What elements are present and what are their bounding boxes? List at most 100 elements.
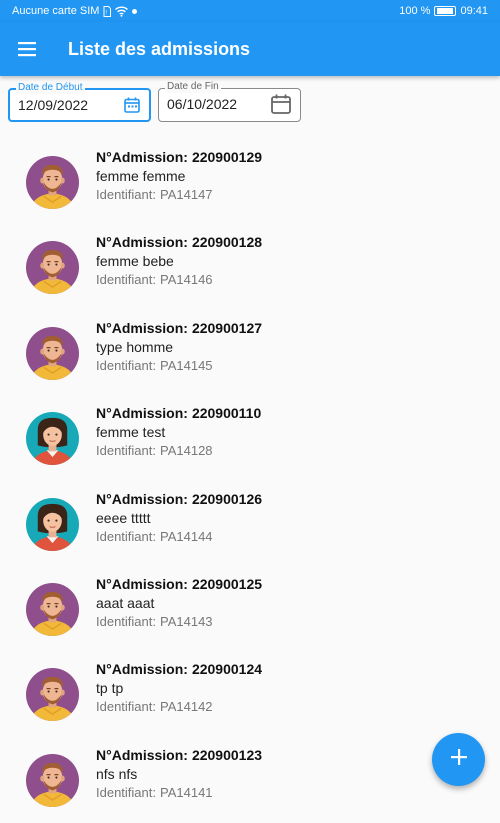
admission-number: 220900123 xyxy=(191,746,263,763)
status-bar: Aucune carte SIM ! 100 % 09:41 xyxy=(0,0,500,22)
admission-text: N°Admission: 220900123 nfs nfs Identifiant:… xyxy=(96,746,262,802)
admission-number-line: N°Admission: 220900128 xyxy=(96,233,262,251)
female-avatar-icon xyxy=(26,497,79,551)
patient-name: eeee ttttt xyxy=(96,509,151,526)
admission-label: N°Admission: xyxy=(96,149,188,165)
calendar-icon[interactable] xyxy=(270,93,292,120)
status-time: 09:41 xyxy=(460,5,488,17)
patient-identifier: PA14142 xyxy=(160,699,213,715)
female-avatar-icon xyxy=(26,412,79,466)
hamburger-menu-icon[interactable] xyxy=(2,22,52,76)
admission-label: N°Admission: xyxy=(96,746,188,763)
svg-text:!: ! xyxy=(106,10,108,16)
app-bar: Liste des admissions xyxy=(0,22,500,76)
admission-text: N°Admission: 220900126 eeee ttttt Identifia… xyxy=(96,490,262,546)
patient-name: femme test xyxy=(96,424,166,441)
admission-text: N°Admission: 220900125 aaat aaat Identifian… xyxy=(96,575,262,631)
admission-number: 220900127 xyxy=(191,319,263,336)
plus-icon xyxy=(450,748,468,771)
admission-number-line: N°Admission: 220900129 xyxy=(96,148,262,166)
patient-identifier: PA14144 xyxy=(160,528,213,544)
carrier-text: Aucune carte SIM xyxy=(12,5,100,17)
notification-dot-icon xyxy=(132,8,138,14)
patient-identifier: PA14141 xyxy=(160,784,213,800)
admission-text: N°Admission: 220900127 type homme Identifia… xyxy=(96,319,262,375)
start-date-label: Date de Début xyxy=(16,82,85,94)
identifier-line: Identifiant: PA14141 xyxy=(96,784,262,802)
battery-icon xyxy=(434,6,457,16)
identifier-label: Identifiant: xyxy=(96,613,156,629)
admission-number-line: N°Admission: 220900127 xyxy=(96,319,262,337)
admission-label: N°Admission: xyxy=(96,661,188,678)
page-title: Liste des admissions xyxy=(68,38,251,59)
admission-label: N°Admission: xyxy=(96,575,188,592)
admissions-list: N°Admission: 220900129 femme femme Identifi… xyxy=(0,140,500,823)
male-avatar-icon xyxy=(26,241,79,295)
identifier-label: Identifiant: xyxy=(96,187,156,202)
admission-list-item[interactable]: N°Admission: 220900126 eeee ttttt Identifia… xyxy=(0,482,500,567)
patient-name: type homme xyxy=(96,338,174,355)
identifier-line: Identifiant: PA14147 xyxy=(96,186,262,204)
patient-name: aaat aaat xyxy=(96,594,155,611)
admission-number: 220900125 xyxy=(191,575,263,592)
start-date-field[interactable]: Date de Début 12/09/2022 xyxy=(8,82,151,122)
admission-list-item[interactable]: N°Admission: 220900123 nfs nfs Identifiant:… xyxy=(0,738,500,823)
identifier-label: Identifiant: xyxy=(96,784,156,800)
calendar-icon[interactable] xyxy=(123,96,141,119)
add-admission-button[interactable] xyxy=(432,733,485,786)
patient-name: nfs nfs xyxy=(96,765,138,782)
patient-identifier: PA14146 xyxy=(160,272,213,288)
identifier-label: Identifiant: xyxy=(96,357,156,373)
identifier-label: Identifiant: xyxy=(96,699,156,715)
admission-list-item[interactable]: N°Admission: 220900127 type homme Identifia… xyxy=(0,311,500,396)
male-avatar-icon xyxy=(26,668,79,722)
patient-name: femme bebe xyxy=(96,253,174,270)
admission-list-item[interactable]: N°Admission: 220900110 femme test Identifia… xyxy=(0,396,500,481)
admission-label: N°Admission: xyxy=(96,405,188,422)
admission-number-line: N°Admission: 220900110 xyxy=(96,404,261,422)
identifier-label: Identifiant: xyxy=(96,272,156,288)
male-avatar-icon xyxy=(26,582,79,636)
identifier-line: Identifiant: PA14142 xyxy=(96,698,262,716)
end-date-field[interactable]: Date de Fin 06/10/2022 xyxy=(158,81,301,122)
identifier-line: Identifiant: PA14143 xyxy=(96,613,262,631)
admission-label: N°Admission: xyxy=(96,234,188,251)
admission-number: 220900124 xyxy=(191,661,263,678)
sim-card-icon: ! xyxy=(103,5,112,17)
admission-text: N°Admission: 220900128 femme bebe Identifia… xyxy=(96,233,262,289)
identifier-line: Identifiant: PA14146 xyxy=(96,271,262,289)
admission-number-line: N°Admission: 220900126 xyxy=(96,490,262,508)
patient-identifier: PA14143 xyxy=(160,613,213,629)
identifier-line: Identifiant: PA14128 xyxy=(96,442,261,460)
male-avatar-icon xyxy=(26,753,79,807)
battery-level: 100 % xyxy=(399,5,431,17)
admission-number-line: N°Admission: 220900123 xyxy=(96,746,262,764)
admission-text: N°Admission: 220900129 femme femme Identifi… xyxy=(96,148,262,204)
male-avatar-icon xyxy=(26,326,79,380)
admission-label: N°Admission: xyxy=(96,490,188,507)
identifier-line: Identifiant: PA14145 xyxy=(96,357,262,375)
end-date-value[interactable]: 06/10/2022 xyxy=(167,96,237,112)
admission-number: 220900128 xyxy=(191,234,263,251)
end-date-label: Date de Fin xyxy=(165,81,221,93)
admission-text: N°Admission: 220900110 femme test Identifia… xyxy=(96,404,261,460)
patient-name: femme femme xyxy=(96,168,186,184)
admission-list-item[interactable]: N°Admission: 220900125 aaat aaat Identifian… xyxy=(0,567,500,652)
patient-name: tp tp xyxy=(96,680,124,697)
status-left: Aucune carte SIM ! xyxy=(12,5,138,17)
wifi-icon xyxy=(115,6,129,17)
admission-number: 220900129 xyxy=(191,149,263,165)
admission-text: N°Admission: 220900124 tp tp Identifiant: PA… xyxy=(96,660,262,716)
identifier-label: Identifiant: xyxy=(96,528,156,544)
admission-label: N°Admission: xyxy=(96,319,188,336)
male-avatar-icon xyxy=(26,156,79,209)
admission-list-item[interactable]: N°Admission: 220900128 femme bebe Identifia… xyxy=(0,225,500,310)
start-date-value[interactable]: 12/09/2022 xyxy=(18,97,88,113)
admission-number-line: N°Admission: 220900124 xyxy=(96,660,262,678)
identifier-line: Identifiant: PA14144 xyxy=(96,528,262,546)
admission-list-item[interactable]: N°Admission: 220900129 femme femme Identifi… xyxy=(0,140,500,225)
admission-list-item[interactable]: N°Admission: 220900124 tp tp Identifiant: PA… xyxy=(0,652,500,737)
status-right: 100 % 09:41 xyxy=(399,5,488,17)
patient-identifier: PA14145 xyxy=(160,357,213,373)
patient-identifier: PA14147 xyxy=(160,187,213,202)
